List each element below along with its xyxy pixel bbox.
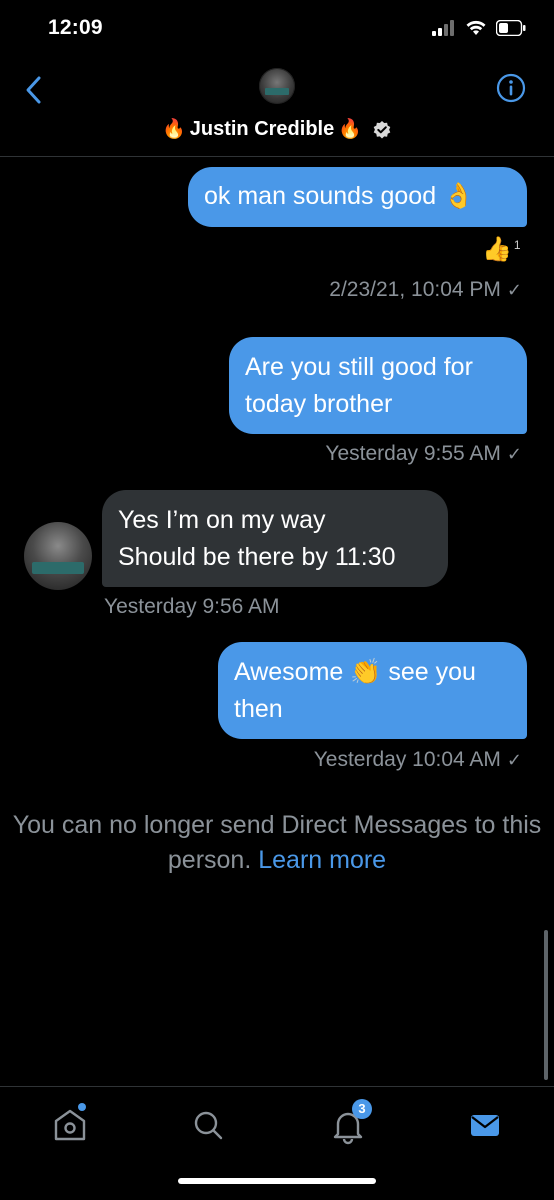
message-bubble-incoming[interactable]: Yes I’m on my way Should be there by 11:…	[102, 490, 448, 587]
scrollbar[interactable]	[544, 930, 548, 1080]
conversation-header: 🔥 Justin Credible 🔥	[0, 60, 554, 157]
timestamp-text: Yesterday 9:56 AM	[104, 595, 280, 618]
battery-icon	[496, 20, 526, 36]
info-icon[interactable]	[496, 73, 526, 103]
message-timestamp: 2/23/21, 10:04 PM ✓	[329, 278, 522, 302]
message-bubble-outgoing[interactable]: Awesome 👏 see you then	[218, 642, 527, 739]
message-text: today brother	[245, 390, 393, 418]
nav-home[interactable]	[50, 1103, 90, 1145]
back-chevron-icon[interactable]	[20, 74, 48, 106]
home-icon	[54, 1109, 86, 1141]
contact-name-row[interactable]: 🔥 Justin Credible 🔥	[0, 118, 554, 141]
timestamp-text: 2/23/21, 10:04 PM	[329, 278, 501, 301]
status-icons	[432, 20, 526, 36]
message-bubble-outgoing[interactable]: ok man sounds good 👌	[188, 167, 527, 227]
messages-icon	[471, 1115, 499, 1136]
verified-badge-icon	[373, 120, 391, 138]
learn-more-link[interactable]: Learn more	[258, 846, 386, 874]
timestamp-text: Yesterday 10:04 AM	[313, 748, 501, 771]
sent-check-icon: ✓	[506, 750, 522, 770]
nav-search[interactable]	[188, 1105, 228, 1145]
thumbs-up-reaction-icon: 👍	[482, 236, 512, 263]
home-indicator	[178, 1178, 376, 1184]
message-text: ok man sounds good 👌	[204, 182, 475, 210]
bottom-nav: 3	[0, 1086, 554, 1200]
avatar[interactable]	[259, 68, 295, 104]
sender-avatar[interactable]	[24, 522, 92, 590]
contact-name: Justin Credible	[189, 118, 335, 140]
avatar-logo-strip	[265, 88, 289, 95]
status-bar: 12:09	[0, 0, 554, 60]
sent-check-icon: ✓	[506, 280, 522, 300]
notifications-badge: 3	[352, 1099, 372, 1119]
message-timestamp: Yesterday 9:56 AM	[104, 595, 280, 619]
new-content-dot	[78, 1103, 86, 1111]
fire-emoji-right: 🔥	[338, 119, 362, 140]
nav-notifications[interactable]: 3	[328, 1099, 372, 1145]
cellular-signal-icon	[432, 20, 454, 36]
message-text: Are you still good for	[245, 353, 473, 381]
fire-emoji-left: 🔥	[162, 119, 186, 140]
message-text: Should be there by 11:30	[118, 543, 396, 571]
sent-check-icon: ✓	[506, 444, 522, 464]
message-text: Awesome 👏 see you	[234, 658, 476, 686]
reaction-count: 1	[513, 238, 521, 252]
wifi-icon	[466, 20, 486, 35]
message-timestamp: Yesterday 10:04 AM ✓	[314, 748, 522, 772]
message-text: then	[234, 695, 283, 723]
timestamp-text: Yesterday 9:55 AM	[325, 442, 501, 465]
search-icon	[194, 1111, 223, 1140]
nav-messages[interactable]	[465, 1105, 505, 1145]
avatar-logo-strip	[32, 562, 84, 574]
message-bubble-outgoing[interactable]: Are you still good for today brother	[229, 337, 527, 434]
status-time: 12:09	[48, 16, 103, 39]
reaction[interactable]: 👍 1	[482, 236, 521, 264]
message-timestamp: Yesterday 9:55 AM ✓	[325, 442, 522, 466]
dm-disabled-notice: You can no longer send Direct Messages t…	[0, 808, 554, 878]
message-text: Yes I’m on my way	[118, 506, 326, 534]
